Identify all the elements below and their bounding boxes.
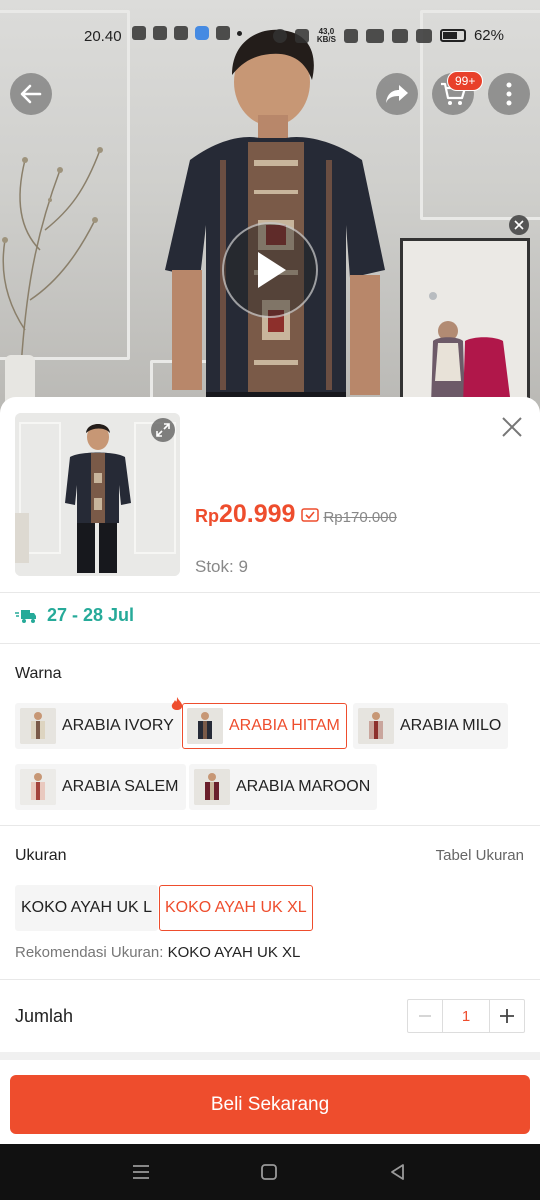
alarm-icon [272,28,287,43]
delivery-estimate: 27 - 28 Jul [15,605,134,626]
color-option-maroon[interactable]: ARABIA MAROON [189,764,378,810]
size-option-label: KOKO AYAH UK L [21,899,153,916]
size-option-label: KOKO AYAH UK XL [165,899,307,916]
size-table-link[interactable]: Tabel Ukuran [436,847,524,864]
color-option-label: ARABIA MAROON [236,778,371,795]
buy-now-button[interactable]: Beli Sekarang [10,1075,530,1134]
floating-video-thumbnail[interactable] [400,238,530,408]
size-recommendation: Rekomendasi Ukuran: KOKO AYAH UK XL [15,944,300,961]
share-button[interactable] [376,73,418,115]
play-video-button[interactable] [222,222,318,318]
signal-icon [415,28,432,43]
share-icon [386,85,408,103]
home-icon[interactable] [259,1162,279,1182]
menu-icon[interactable] [131,1162,151,1182]
system-icons: 43,0 KB/S 62% [272,26,504,44]
minus-icon [419,1015,431,1017]
color-swatch [20,708,56,744]
close-icon [514,220,524,230]
dot-icon [237,30,242,36]
footer-separator [0,1052,540,1060]
net-speed: 43,0 KB/S [316,26,336,44]
color-swatch [20,769,56,805]
divider [0,643,540,644]
product-thumbnail[interactable] [15,413,180,576]
color-option-hitam[interactable]: ARABIA HITAM [182,703,347,749]
color-option-label: ARABIA IVORY [62,717,174,734]
signal-icon [391,28,408,43]
color-option-ivory[interactable]: ARABIA IVORY [15,697,182,749]
quantity-label: Jumlah [15,1006,74,1026]
back-button[interactable] [10,73,52,115]
size-option-xl[interactable]: KOKO AYAH UK XL [159,885,313,931]
size-option-l[interactable]: KOKO AYAH UK L [15,885,159,931]
volte-icon [365,28,384,43]
close-floating-video-button[interactable] [509,215,529,235]
color-option-label: ARABIA HITAM [229,717,340,734]
bag-icon [174,26,188,40]
recommendation-value: KOKO AYAH UK XL [167,944,301,961]
delivery-truck-icon [15,609,36,623]
cart-badge: 99+ [447,71,484,91]
plus-icon [500,1009,514,1023]
video-thumbnail-image [403,241,527,405]
voucher-icon [301,508,320,522]
status-bar: 20.40 43,0 KB/S 62% [0,0,540,72]
size-section-label: Ukuran [15,847,67,864]
recommendation-label: Rekomendasi Ukuran: [15,944,164,961]
color-option-label: ARABIA MILO [400,717,502,734]
expand-icon [156,423,170,437]
mute-icon [294,28,309,43]
color-swatch [187,708,223,744]
color-section-label: Warna [15,665,62,682]
color-option-milo[interactable]: ARABIA MILO [353,703,509,749]
back-nav-icon[interactable] [388,1162,408,1182]
price-currency: Rp [195,506,219,526]
battery-icon [439,29,466,42]
wifi-icon [343,28,358,43]
more-vertical-icon [506,82,512,106]
stock-text: Stok: 9 [195,557,248,576]
divider [0,825,540,826]
more-options-button[interactable] [488,73,530,115]
status-time: 20.40 [84,28,122,45]
plant-decoration [2,147,103,381]
notification-icons [132,26,242,40]
price-value: 20.999 [219,500,296,528]
fan-icon [216,26,230,40]
app-icon [195,26,209,40]
battery-percent: 62% [473,27,504,44]
decrease-quantity-button[interactable] [408,1000,442,1032]
quantity-stepper: 1 [407,999,525,1033]
divider [0,592,540,593]
original-price: Rp170.000 [323,509,397,526]
color-swatch [358,708,394,744]
expand-image-button[interactable] [151,418,175,442]
whatsapp-icon [132,26,146,40]
arrow-left-icon [20,84,42,104]
close-icon [502,417,522,437]
color-option-salem[interactable]: ARABIA SALEM [15,764,186,810]
color-option-label: ARABIA SALEM [62,778,179,795]
variant-bottom-sheet: Rp 20.999 Rp170.000 Stok: 9 27 - 28 Jul … [0,397,540,1144]
system-navigation-bar [0,1144,540,1200]
play-icon [258,252,286,288]
delivery-dates: 27 - 28 Jul [47,605,135,625]
color-swatch [194,769,230,805]
product-video-banner: 20.40 43,0 KB/S 62% 99+ [0,0,540,420]
price-block: Rp 20.999 Rp170.000 [195,500,397,529]
quantity-input[interactable]: 1 [442,1000,490,1032]
model-photo [165,29,385,420]
divider [0,979,540,980]
close-sheet-button[interactable] [498,413,526,441]
increase-quantity-button[interactable] [490,1000,524,1032]
message-icon [153,26,167,40]
